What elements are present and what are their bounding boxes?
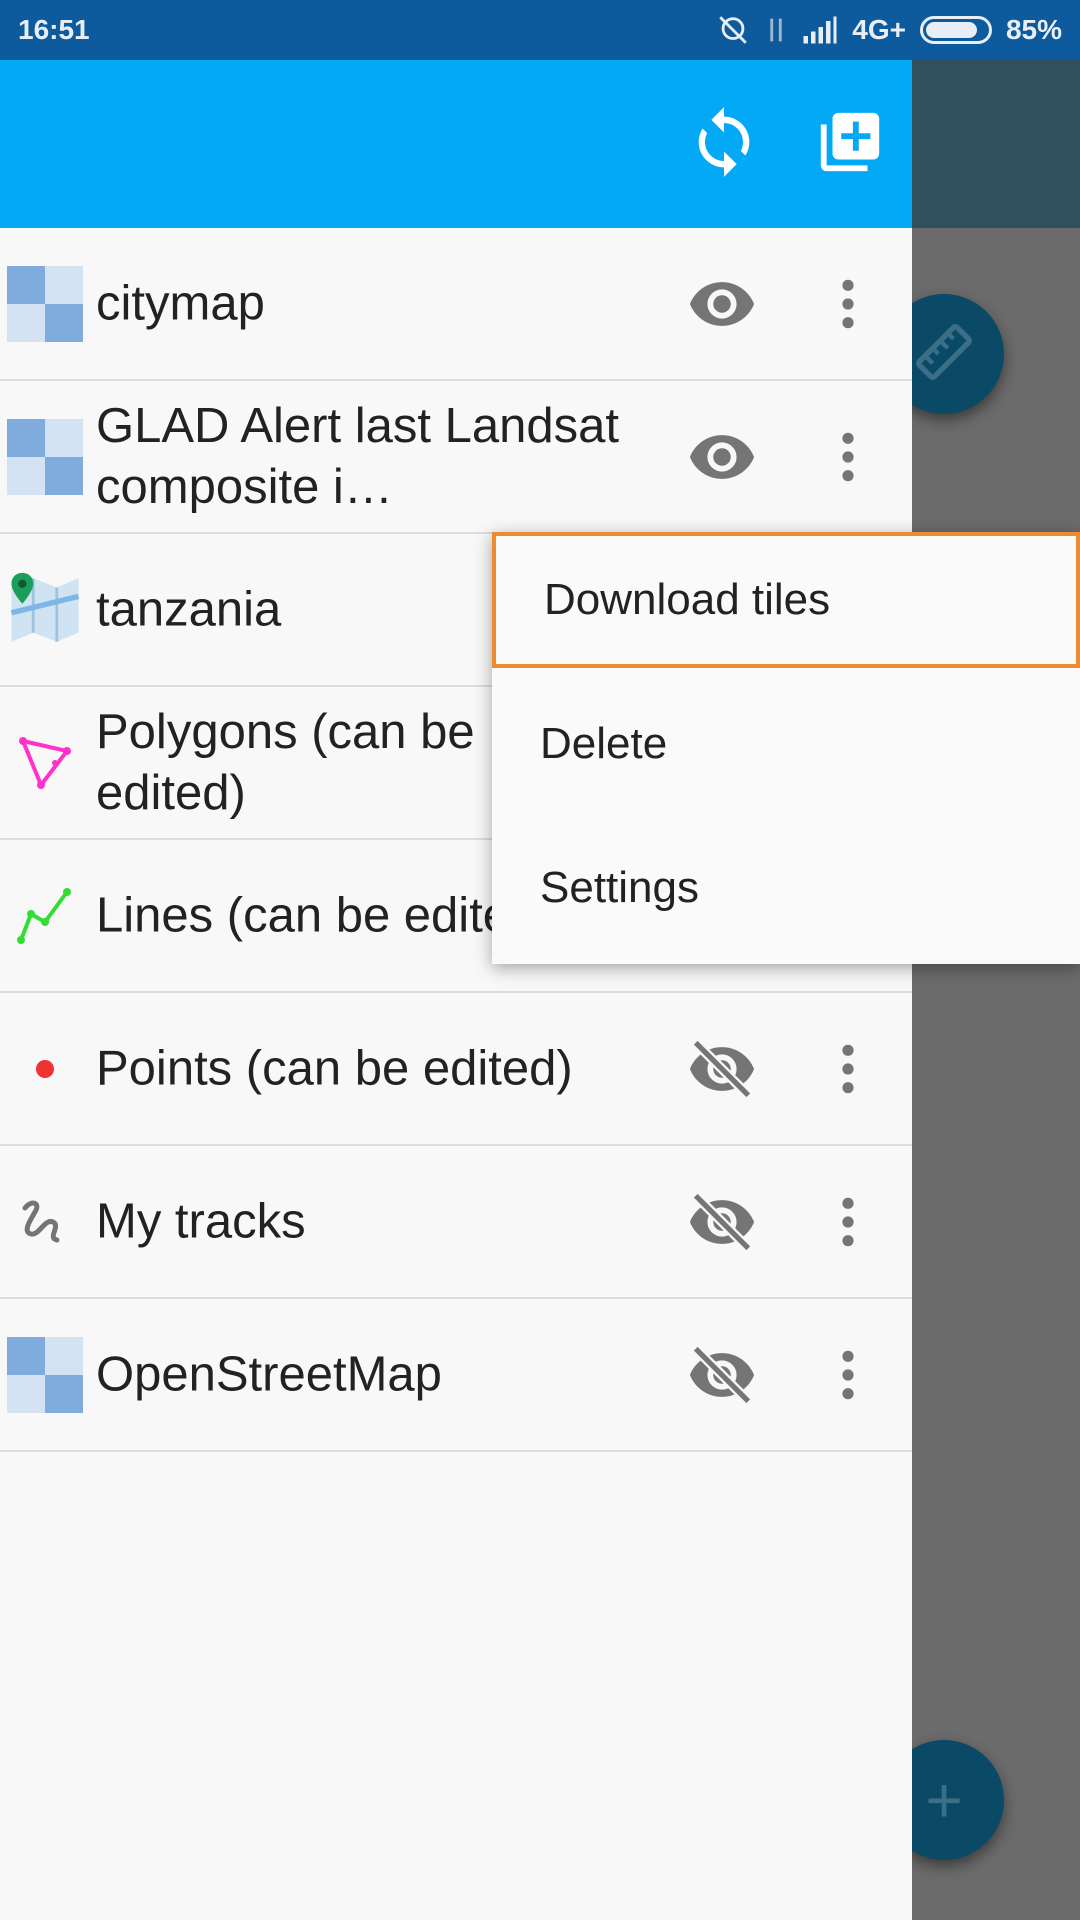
eye-icon [689, 434, 755, 479]
visibility-toggle[interactable] [684, 419, 760, 495]
map-pin-icon [6, 571, 84, 649]
eye-off-icon [689, 1038, 755, 1099]
add-layer-button[interactable] [810, 104, 890, 184]
layer-row-points[interactable]: Points (can be edited) [0, 993, 912, 1146]
layer-label: citymap [96, 276, 265, 330]
more-options-button[interactable] [818, 1031, 878, 1107]
eye-off-icon [689, 1344, 755, 1405]
menu-item-download-tiles[interactable]: Download tiles [492, 532, 1080, 668]
drawer-header [0, 60, 912, 228]
layer-row-openstreetmap[interactable]: OpenStreetMap [0, 1299, 912, 1452]
menu-item-delete[interactable]: Delete [492, 676, 1080, 812]
layer-label: Polygons (can be edited) [96, 704, 475, 820]
layer-options-menu: Download tiles Delete Settings [492, 532, 1080, 964]
tile-layer-icon [6, 265, 84, 343]
status-time: 16:51 [18, 14, 90, 45]
more-options-button[interactable] [818, 1184, 878, 1260]
line-icon [6, 877, 84, 955]
more-vert-icon [842, 432, 854, 481]
data-arrows-icon [764, 13, 788, 47]
battery-percent: 85% [1005, 14, 1062, 45]
layer-label: Points (can be edited) [96, 1041, 573, 1095]
layer-label: GLAD Alert last Landsat composite i… [96, 398, 619, 514]
battery-icon [919, 16, 992, 44]
sync-icon [686, 104, 762, 185]
layer-label: My tracks [96, 1194, 306, 1248]
more-vert-icon [842, 1197, 854, 1246]
layer-row-citymap[interactable]: citymap [0, 228, 912, 381]
tile-layer-icon [6, 1336, 84, 1414]
more-options-button[interactable] [818, 419, 878, 495]
more-vert-icon [842, 1044, 854, 1093]
more-vert-icon [842, 279, 854, 328]
visibility-toggle[interactable] [684, 266, 760, 342]
visibility-toggle[interactable] [684, 1337, 760, 1413]
point-icon [6, 1030, 84, 1108]
plus-icon: + [925, 1764, 963, 1836]
alarm-off-icon [716, 13, 750, 47]
more-options-button[interactable] [818, 1337, 878, 1413]
more-options-button[interactable] [818, 266, 878, 342]
more-vert-icon [842, 1350, 854, 1399]
layer-row-glad[interactable]: GLAD Alert last Landsat composite i… [0, 381, 912, 534]
network-type: 4G+ [852, 14, 906, 45]
status-icons: 4G+ 85% [716, 13, 1062, 47]
eye-off-icon [689, 1191, 755, 1252]
layer-label: OpenStreetMap [96, 1347, 442, 1401]
polygon-icon [6, 724, 84, 802]
signal-icon [802, 15, 838, 45]
tile-layer-icon [6, 418, 84, 496]
track-icon [6, 1183, 84, 1261]
visibility-toggle[interactable] [684, 1184, 760, 1260]
layer-row-my-tracks[interactable]: My tracks [0, 1146, 912, 1299]
add-layer-icon [815, 107, 885, 182]
menu-item-settings[interactable]: Settings [492, 820, 1080, 956]
layers-drawer: citymap GLAD Alert last Landsat composit… [0, 60, 912, 1920]
sync-button[interactable] [684, 104, 764, 184]
ruler-icon [912, 320, 976, 389]
status-bar: 16:51 4G+ 85% [0, 0, 1080, 60]
visibility-toggle[interactable] [684, 1031, 760, 1107]
eye-icon [689, 281, 755, 326]
